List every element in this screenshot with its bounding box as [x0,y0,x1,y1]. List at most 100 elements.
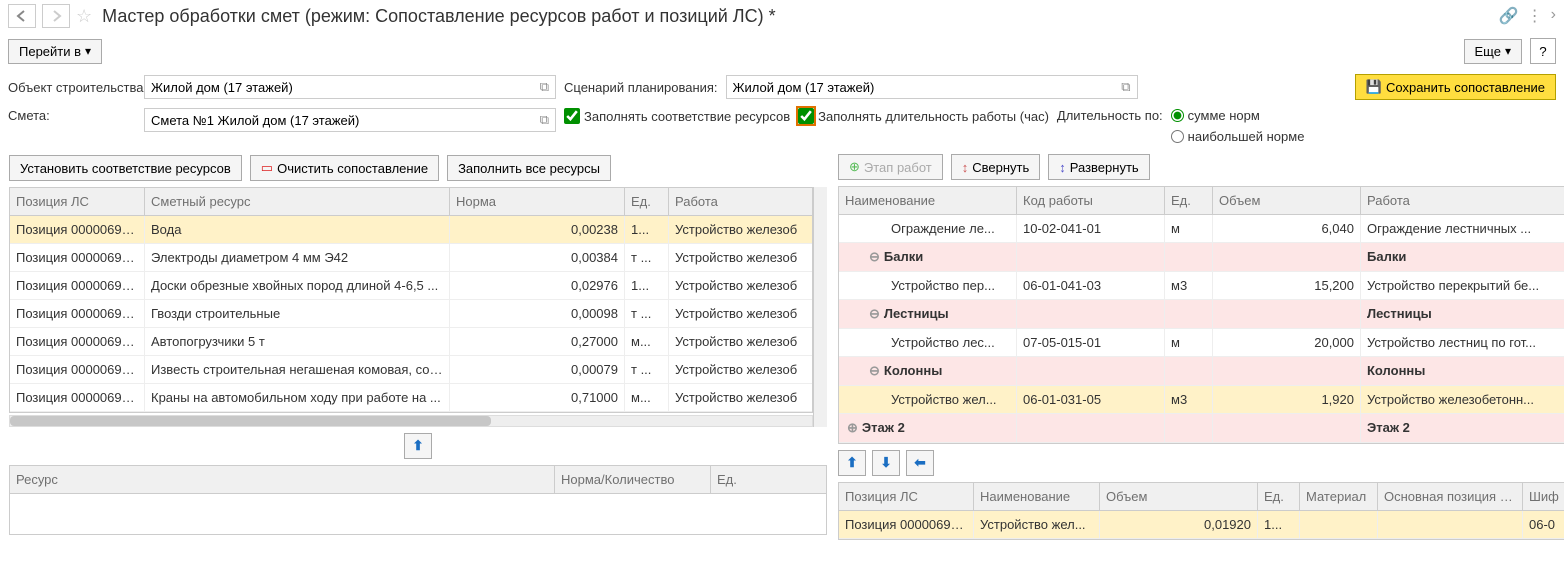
set-mapping-button[interactable]: Установить соответствие ресурсов [9,155,242,181]
estimate-input[interactable] [151,113,536,128]
more-button[interactable]: Еще ▾ [1464,39,1522,64]
cell-unit: т ... [625,300,669,327]
fill-resources-check[interactable]: Заполнять соответствие ресурсов [564,108,790,124]
link-icon[interactable]: 🔗 [1499,6,1519,26]
th-pos-b[interactable]: Позиция ЛС [839,483,974,510]
fill-duration-check[interactable]: Заполнять длительность работы (час) [798,108,1049,124]
forward-button[interactable] [42,4,70,28]
th-mat-b[interactable]: Материал [1300,483,1378,510]
collapse-icon[interactable]: ⊖ [869,363,880,378]
bottom-row[interactable]: Позиция 00000693... Устройство жел... 0,… [839,511,1564,539]
th-norm-qty[interactable]: Норма/Количество [555,466,711,493]
table-row[interactable]: Устройство жел...06-01-031-05м31,920Устр… [839,386,1564,414]
table-row[interactable]: Позиция 00000693...Доски обрезные хвойны… [10,272,812,300]
double-arrow-left-icon: ⬅ [914,455,925,471]
table-row[interactable]: Ограждение ле...10-02-041-01м6,040Огражд… [839,215,1564,243]
group-row[interactable]: ⊖КолонныКолонны [839,357,1564,386]
sum-norm-radio[interactable] [1171,109,1184,122]
fill-duration-checkbox[interactable] [798,108,814,124]
horizontal-scrollbar[interactable] [9,415,813,427]
th-main-b[interactable]: Основная позиция ЛС [1378,483,1523,510]
estimate-field[interactable]: ⧉ [144,108,556,132]
th-norm[interactable]: Норма [450,188,625,215]
favorite-icon[interactable]: ☆ [76,6,92,27]
clear-mapping-button[interactable]: ▭ Очистить сопоставление [250,155,439,181]
vertical-scrollbar[interactable] [813,187,827,427]
object-input[interactable] [151,80,536,95]
fill-all-button[interactable]: Заполнить все ресурсы [447,155,611,181]
kebab-icon[interactable]: ⋮ [1527,6,1543,26]
cell-name: Устройство жел... [974,511,1100,538]
th-unit-b[interactable]: Ед. [1258,483,1300,510]
chevron-down-icon: ▾ [85,44,91,58]
cell-name: ⊕Этаж 2 [839,414,1017,442]
th-vol[interactable]: Объем [1213,187,1361,214]
move-down-button-r[interactable]: ⬇ [872,450,900,476]
table-row[interactable]: Позиция 00000693...Вода0,002381...Устрой… [10,216,812,244]
cell-work: Устройство железоб [669,356,812,383]
back-button[interactable] [8,4,36,28]
group-row[interactable]: ⊖БалкиБалки [839,243,1564,272]
move-up-button[interactable]: ⬆ [404,433,432,459]
th-pos[interactable]: Позиция ЛС [10,188,145,215]
collapse-icon[interactable]: ⊖ [869,249,880,264]
expand-icon[interactable]: ⊕ [847,420,858,435]
table-row[interactable]: Позиция 00000693...Гвозди строительные0,… [10,300,812,328]
duration-by-label: Длительность по: [1057,108,1163,123]
move-up-button-r[interactable]: ⬆ [838,450,866,476]
cell-norm: 0,00238 [450,216,625,243]
th-unit[interactable]: Ед. [625,188,669,215]
scenario-input[interactable] [733,80,1118,95]
expand-button[interactable]: ↕ Развернуть [1048,154,1149,180]
collapse-icon[interactable]: ⊖ [869,306,880,321]
titlebar: ☆ Мастер обработки смет (режим: Сопостав… [0,0,1564,32]
object-field[interactable]: ⧉ [144,75,556,99]
table-row[interactable]: Устройство пер...06-01-041-03м315,200Уст… [839,272,1564,300]
open-icon[interactable]: ⧉ [536,79,549,95]
max-norm-radio-wrap[interactable]: наибольшей норме [1171,129,1305,144]
table-row[interactable]: Позиция 00000693...Краны на автомобильно… [10,384,812,412]
fill-resources-checkbox[interactable] [564,108,580,124]
th-vol-b[interactable]: Объем [1100,483,1258,510]
chevron-down-icon: ▾ [1505,44,1511,58]
collapse-button[interactable]: ↕ Свернуть [951,154,1041,180]
th-code-b[interactable]: Шиф [1523,483,1564,510]
th-unit2[interactable]: Ед. [711,466,826,493]
cell-unit: т ... [625,244,669,271]
th-unit[interactable]: Ед. [1165,187,1213,214]
group-row[interactable]: ⊖ЛестницыЛестницы [839,300,1564,329]
cell-vol [1213,357,1361,385]
table-row[interactable]: Позиция 00000693...Известь строительная … [10,356,812,384]
plus-icon: ⊕ [849,159,860,175]
th-code[interactable]: Код работы [1017,187,1165,214]
sum-norm-radio-wrap[interactable]: сумме норм [1171,108,1305,123]
chevron-right-icon[interactable]: › [1551,6,1556,26]
group-row[interactable]: ⊕Этаж 2Этаж 2 [839,414,1564,443]
goto-button[interactable]: Перейти в ▾ [8,39,102,64]
estimate-label: Смета: [8,108,136,123]
table-row[interactable]: Позиция 00000693...Электроды диаметром 4… [10,244,812,272]
table-row[interactable]: Позиция 00000693...Автопогрузчики 5 т0,2… [10,328,812,356]
stage-button[interactable]: ⊕ Этап работ [838,154,943,180]
th-work[interactable]: Работа [669,188,812,215]
cell-work: Устройство железоб [669,328,812,355]
th-name[interactable]: Наименование [839,187,1017,214]
cell-unit: м... [625,384,669,411]
open-icon[interactable]: ⧉ [536,112,549,128]
th-res[interactable]: Сметный ресурс [145,188,450,215]
th-resource[interactable]: Ресурс [10,466,555,493]
save-mapping-button[interactable]: 💾 Сохранить сопоставление [1355,74,1556,100]
cell-pos: Позиция 00000693... [10,384,145,411]
max-norm-radio[interactable] [1171,130,1184,143]
move-double-left-button[interactable]: ⬅ [906,450,934,476]
table-row[interactable]: Устройство лес...07-05-015-01м20,000Устр… [839,329,1564,357]
form-row-1: Объект строительства: ⧉ Сценарий планиро… [0,70,1564,104]
cell-res: Автопогрузчики 5 т [145,328,450,355]
scenario-field[interactable]: ⧉ [726,75,1138,99]
cell-unit: м [1165,215,1213,242]
th-work[interactable]: Работа [1361,187,1564,214]
th-name-b[interactable]: Наименование [974,483,1100,510]
left-table-head: Позиция ЛС Сметный ресурс Норма Ед. Рабо… [10,188,812,216]
open-icon[interactable]: ⧉ [1117,79,1130,95]
help-button[interactable]: ? [1530,38,1556,64]
